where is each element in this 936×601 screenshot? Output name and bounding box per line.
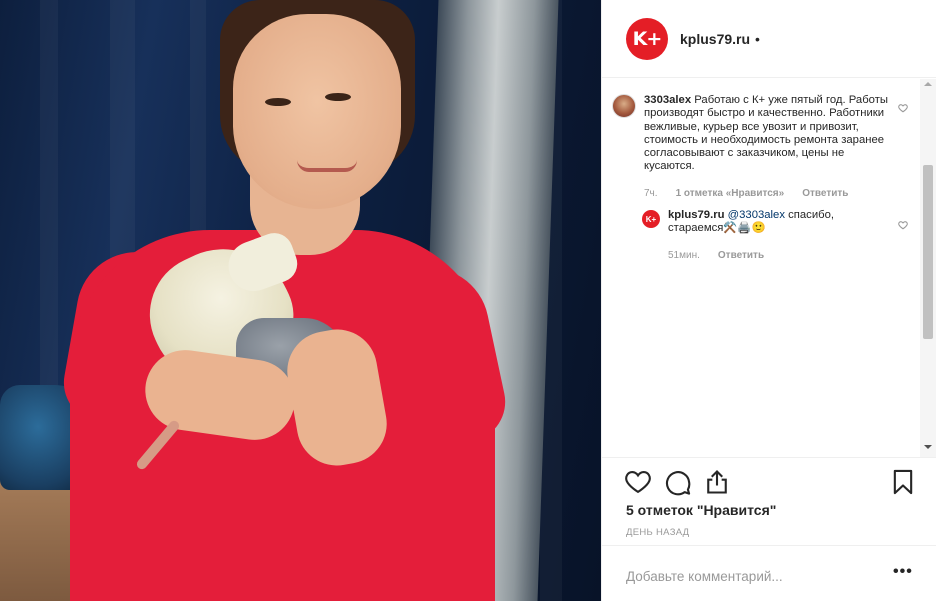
- comment-body: 3303alex Работаю с К+ уже пятый год. Раб…: [644, 94, 896, 200]
- share-icon[interactable]: [703, 468, 731, 496]
- reply-mention[interactable]: @3303alex: [728, 209, 785, 221]
- post-header: K+ kplus79.ru •: [602, 0, 936, 78]
- scroll-down-arrow[interactable]: [924, 445, 932, 449]
- comment-icon[interactable]: [664, 468, 692, 496]
- reply-avatar[interactable]: K+: [642, 210, 660, 228]
- comment-username[interactable]: 3303alex: [644, 94, 691, 106]
- reply-button[interactable]: Ответить: [802, 187, 848, 200]
- post-actions: [602, 457, 936, 507]
- account-username[interactable]: kplus79.ru: [680, 31, 750, 47]
- header-separator: •: [755, 30, 760, 47]
- reply-time[interactable]: 51мин.: [668, 249, 700, 262]
- reply-body: kplus79.ru @3303alex спасибо, стараемся⚒…: [668, 209, 893, 262]
- scroll-up-arrow[interactable]: [924, 82, 932, 86]
- comments-list[interactable]: 3303alex Работаю с К+ уже пятый год. Раб…: [602, 79, 925, 457]
- add-comment-bar: •••: [602, 545, 936, 601]
- small-heart-icon[interactable]: [898, 220, 908, 230]
- reply-reply-button[interactable]: Ответить: [718, 249, 764, 262]
- bookmark-icon[interactable]: [889, 468, 917, 496]
- more-options-icon[interactable]: •••: [893, 563, 913, 581]
- commenter-avatar[interactable]: [612, 94, 636, 118]
- comment-likes[interactable]: 1 отметка «Нравится»: [676, 187, 785, 200]
- smile: [297, 160, 357, 172]
- comment-time[interactable]: 7ч.: [644, 187, 658, 200]
- post-sidebar: K+ kplus79.ru • 3303alex Работаю с К+ уж…: [601, 0, 936, 601]
- comments-scrollbar[interactable]: [920, 79, 936, 457]
- small-heart-icon[interactable]: [898, 103, 908, 113]
- comment-meta: 7ч. 1 отметка «Нравится» Ответить: [644, 187, 896, 200]
- comment-input[interactable]: [626, 566, 876, 586]
- post-photo: [0, 0, 601, 601]
- reply-username[interactable]: kplus79.ru: [668, 209, 725, 221]
- account-avatar[interactable]: K+: [626, 17, 668, 60]
- scroll-thumb[interactable]: [923, 165, 933, 339]
- likes-count[interactable]: 5 отметок "Нравится": [626, 502, 776, 518]
- heart-icon[interactable]: [624, 468, 652, 496]
- face: [233, 14, 401, 209]
- reply-meta: 51мин. Ответить: [668, 249, 893, 262]
- eye: [265, 98, 291, 106]
- post-time[interactable]: День назад: [626, 527, 689, 538]
- reply-item: K+ kplus79.ru @3303alex спасибо, стараем…: [642, 209, 902, 262]
- eye: [325, 93, 351, 101]
- comment-item: 3303alex Работаю с К+ уже пятый год. Раб…: [612, 94, 907, 200]
